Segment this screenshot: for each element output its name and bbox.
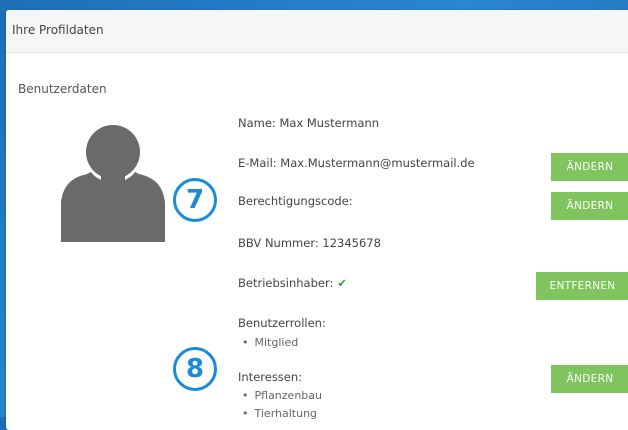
change-email-button[interactable]: ÄNDERN (551, 153, 628, 181)
avatar-icon (61, 125, 165, 242)
callout-badge-8: 8 (173, 347, 217, 391)
owner-label: Betriebsinhaber: (238, 276, 334, 290)
list-item-role: Mitglied (242, 336, 299, 349)
roles-label: Benutzerrollen: (238, 316, 326, 330)
permission-code-field: Berechtigungscode: (238, 194, 353, 208)
list-item-interest: Pflanzenbau (242, 389, 322, 402)
section-title: Benutzerdaten (18, 82, 107, 96)
bbv-number-field: BBV Nummer: 12345678 (238, 236, 381, 250)
owner-field: Betriebsinhaber: ✔ (238, 276, 347, 290)
interests-label: Interessen: (238, 370, 303, 384)
profile-card: Ihre Profildaten Benutzerdaten Name: Max… (6, 10, 628, 430)
list-item-interest: Tierhaltung (242, 407, 318, 420)
page-title: Ihre Profildaten (12, 23, 104, 37)
change-interests-button[interactable]: ÄNDERN (551, 365, 628, 393)
email-field: E-Mail: Max.Mustermann@mustermail.de (238, 156, 475, 170)
remove-owner-button[interactable]: ENTFERNEN (536, 272, 628, 300)
check-icon: ✔ (337, 276, 347, 290)
callout-badge-7: 7 (173, 178, 217, 222)
card-header: Ihre Profildaten (6, 10, 628, 53)
name-field: Name: Max Mustermann (238, 116, 380, 130)
change-code-button[interactable]: ÄNDERN (551, 192, 628, 220)
